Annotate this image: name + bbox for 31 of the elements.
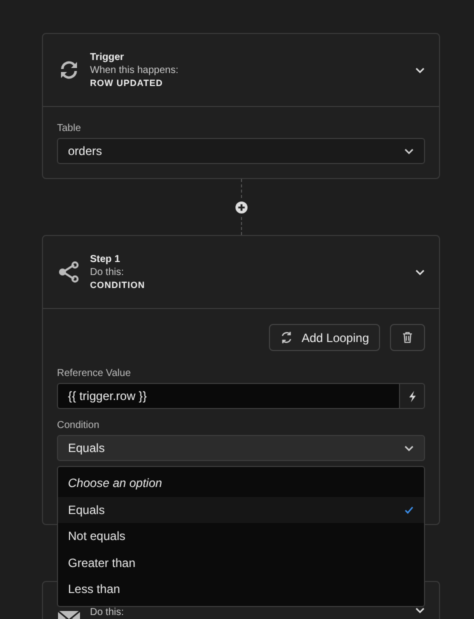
table-select[interactable]: orders: [57, 138, 425, 164]
add-looping-button[interactable]: Add Looping: [268, 324, 380, 351]
menu-option[interactable]: Less than: [58, 576, 424, 602]
chevron-down-icon: [404, 444, 414, 452]
bindings-button[interactable]: [399, 383, 425, 409]
chevron-down-icon[interactable]: [415, 66, 425, 74]
condition-select[interactable]: Equals: [57, 435, 425, 461]
chevron-down-icon[interactable]: [415, 268, 425, 276]
menu-option[interactable]: Equals: [58, 496, 424, 523]
chevron-down-icon: [404, 148, 414, 154]
add-step-icon[interactable]: [234, 200, 248, 214]
step-action: CONDITION: [90, 280, 146, 290]
delete-button[interactable]: [390, 324, 425, 351]
menu-placeholder[interactable]: Choose an option: [58, 470, 424, 496]
field-label: Table: [57, 123, 82, 134]
checkmark-icon: [404, 506, 414, 514]
step-title: Trigger: [90, 52, 125, 63]
step-action: ROW UPDATED: [90, 78, 164, 88]
loop-icon: [280, 331, 293, 344]
field-label: Reference Value: [57, 368, 132, 379]
chevron-down-icon[interactable]: [415, 607, 425, 614]
menu-option[interactable]: Greater than: [58, 550, 424, 576]
step-title: Step 1: [90, 254, 122, 265]
reference-value-field[interactable]: {{ trigger.row }}: [57, 383, 399, 409]
step-subtitle: Do this:: [90, 607, 125, 618]
step-subtitle: When this happens:: [90, 65, 180, 76]
menu-option[interactable]: Not equals: [58, 523, 424, 550]
share-icon: [57, 260, 81, 284]
step-subtitle: Do this:: [90, 267, 125, 278]
trash-icon: [401, 331, 414, 344]
field-label: Condition: [57, 420, 100, 431]
